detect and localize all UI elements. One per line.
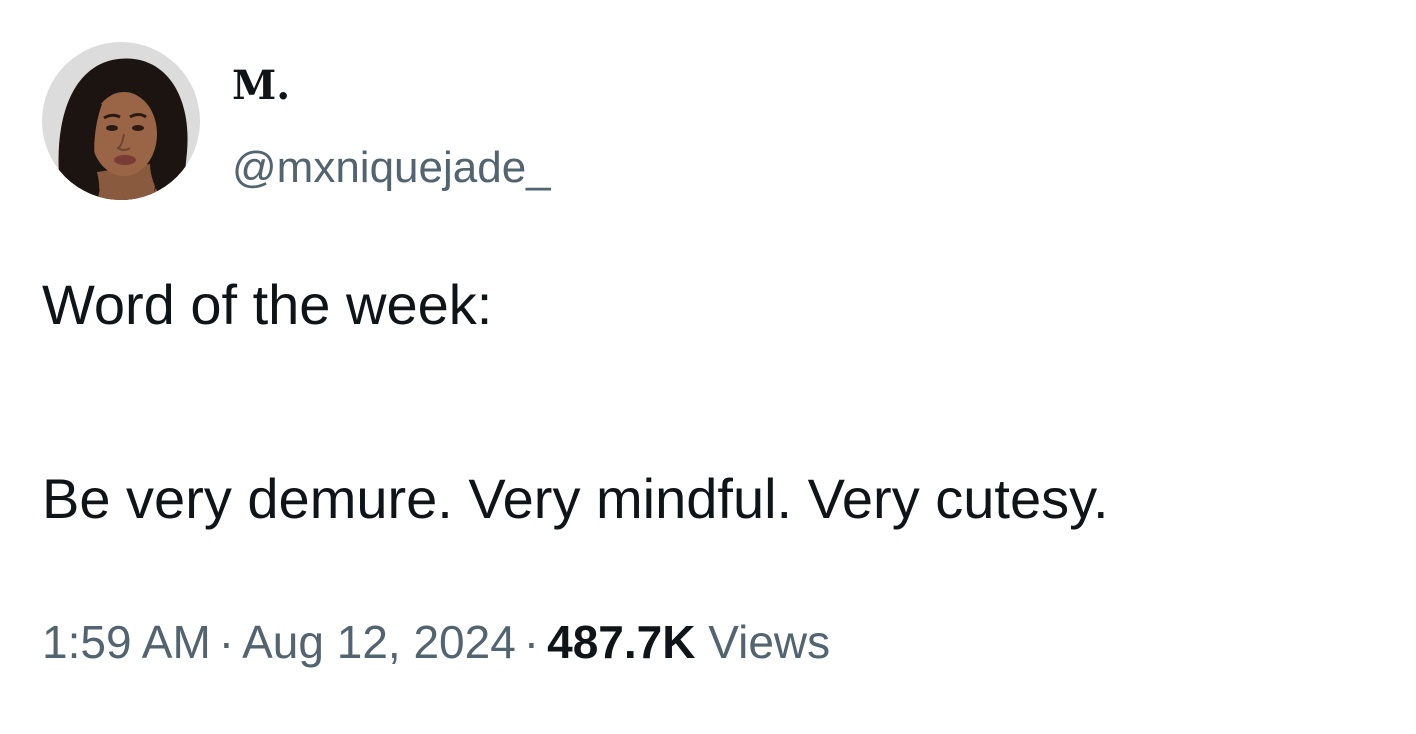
timestamp-date[interactable]: Aug 12, 2024 (242, 616, 516, 668)
views-label: Views (708, 616, 831, 668)
display-name[interactable]: M. (232, 62, 290, 110)
tweet-text-line: Be very demure. Very mindful. Very cutes… (42, 467, 1109, 530)
avatar[interactable] (42, 42, 200, 200)
views-count[interactable]: 487.7K (547, 616, 695, 668)
meta-separator: · (218, 616, 235, 668)
tweet-meta: 1:59 AM · Aug 12, 2024 · 487.7K Views (42, 614, 830, 670)
timestamp-time[interactable]: 1:59 AM (42, 616, 211, 668)
tweet-text-line: Word of the week: (42, 273, 493, 336)
tweet-card: M. @mxniquejade_ Word of the week: Be ve… (0, 0, 1416, 734)
user-handle[interactable]: @mxniquejade_ (232, 142, 551, 194)
avatar-image (42, 42, 200, 200)
meta-separator: · (523, 616, 540, 668)
